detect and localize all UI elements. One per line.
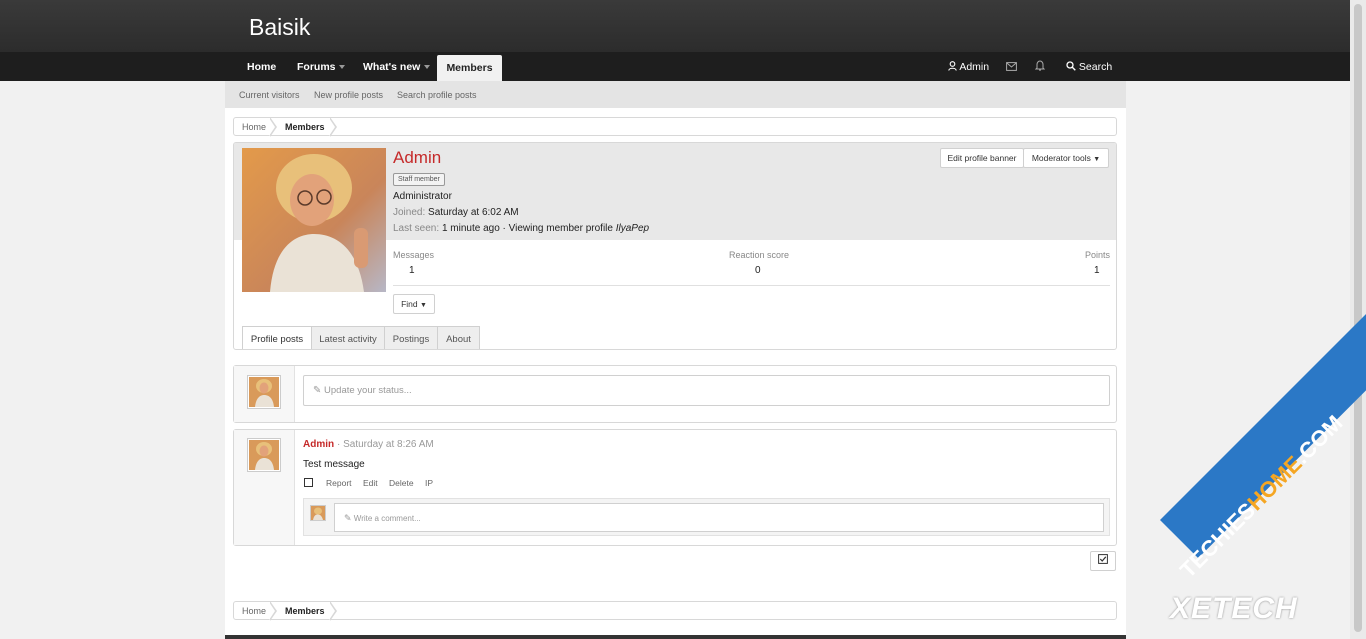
- watermark-xetech: XETECH: [1170, 592, 1298, 625]
- breadcrumb-separator: [329, 117, 337, 137]
- site-logo[interactable]: Baisik: [249, 14, 310, 41]
- tab-profile-posts[interactable]: Profile posts: [242, 326, 312, 349]
- pencil-icon: ✎: [313, 385, 322, 396]
- avatar-image: [249, 440, 279, 470]
- avatar-image: [249, 377, 279, 407]
- caret-down-icon: ▼: [1093, 156, 1101, 163]
- chevron-down-icon[interactable]: [339, 65, 345, 69]
- chevron-down-icon[interactable]: [424, 65, 430, 69]
- edit-profile-banner-button[interactable]: Edit profile banner: [940, 148, 1024, 168]
- stat-points-label: Points: [1085, 250, 1111, 260]
- subnav-search-profile-posts[interactable]: Search profile posts: [397, 90, 477, 100]
- find-label: Find: [401, 299, 418, 309]
- breadcrumb-home[interactable]: Home: [242, 606, 266, 616]
- nav-home[interactable]: Home: [247, 52, 276, 81]
- search-label: Search: [1078, 61, 1113, 73]
- avatar[interactable]: [310, 505, 326, 521]
- joined-label: Joined:: [393, 207, 426, 218]
- sub-nav: Current visitors New profile posts Searc…: [225, 81, 1126, 108]
- account-link[interactable]: Admin: [948, 52, 989, 81]
- member-header: Admin Staff member Administrator Joined:…: [233, 142, 1117, 350]
- avatar-image: [242, 148, 386, 292]
- breadcrumb: Home Members: [233, 117, 1117, 137]
- profile-username[interactable]: Admin: [393, 148, 441, 168]
- staff-badge: Staff member: [393, 173, 445, 186]
- inline-mod-button[interactable]: [1090, 551, 1116, 571]
- tab-postings[interactable]: Postings: [384, 326, 438, 349]
- status-input[interactable]: ✎ Update your status...: [303, 375, 1110, 406]
- avatar[interactable]: [247, 375, 281, 409]
- delete-link[interactable]: Delete: [389, 478, 414, 488]
- edit-link[interactable]: Edit: [363, 478, 378, 488]
- comment-area: ✎ Write a comment...: [303, 498, 1110, 536]
- last-seen-value: 1 minute ago · Viewing member profile: [441, 223, 613, 234]
- moderator-tools-button[interactable]: Moderator tools ▼: [1023, 148, 1109, 168]
- stat-messages-value[interactable]: 1: [409, 265, 415, 276]
- comment-placeholder: Write a comment...: [353, 514, 421, 523]
- nav-whats-new[interactable]: What's new: [363, 52, 420, 81]
- search-icon: [1066, 61, 1076, 71]
- account-label: Admin: [959, 61, 990, 73]
- avatar[interactable]: [247, 438, 281, 472]
- user-icon: [948, 61, 957, 71]
- subnav-new-profile-posts[interactable]: New profile posts: [314, 90, 383, 100]
- stats-divider: [393, 285, 1110, 286]
- bell-icon: [1034, 60, 1046, 71]
- stat-reaction-value: 0: [755, 265, 761, 276]
- breadcrumb-home[interactable]: Home: [242, 122, 266, 132]
- breadcrumb-separator: [269, 117, 277, 137]
- nav-forums[interactable]: Forums: [297, 52, 336, 81]
- breadcrumb-bottom: Home Members: [233, 601, 1117, 621]
- ip-link[interactable]: IP: [425, 478, 433, 488]
- post-message: Test message: [303, 459, 365, 470]
- stat-points-value[interactable]: 1: [1094, 265, 1100, 276]
- joined-info: Joined: Saturday at 6:02 AM: [393, 207, 519, 218]
- report-link[interactable]: Report: [326, 478, 352, 488]
- last-seen-info: Last seen: 1 minute ago · Viewing member…: [393, 223, 649, 234]
- select-post-checkbox[interactable]: [304, 478, 313, 487]
- breadcrumb-members[interactable]: Members: [285, 122, 325, 132]
- main-content: Current visitors New profile posts Searc…: [225, 81, 1126, 639]
- checkbox-icon: [1098, 554, 1108, 564]
- profile-post: Admin · Saturday at 8:26 AM Test message…: [233, 429, 1117, 546]
- pencil-icon: ✎: [344, 513, 352, 523]
- footer-edge: [225, 635, 1126, 639]
- comment-input[interactable]: ✎ Write a comment...: [334, 503, 1104, 532]
- last-seen-target[interactable]: IlyaPep: [616, 223, 649, 234]
- status-placeholder: Update your status...: [324, 385, 412, 396]
- avatar-image: [311, 506, 325, 520]
- post-author[interactable]: Admin: [303, 439, 334, 450]
- inbox-button[interactable]: [1006, 52, 1017, 81]
- nav-members[interactable]: Members: [437, 55, 502, 81]
- site-header: Baisik: [0, 0, 1350, 52]
- breadcrumb-separator: [269, 601, 277, 621]
- tab-latest-activity[interactable]: Latest activity: [311, 326, 385, 349]
- caret-down-icon: ▼: [419, 302, 427, 309]
- joined-value: Saturday at 6:02 AM: [428, 207, 519, 218]
- stat-reaction-label: Reaction score: [729, 250, 790, 260]
- alerts-button[interactable]: [1034, 52, 1046, 81]
- post-time[interactable]: · Saturday at 8:26 AM: [337, 439, 434, 450]
- breadcrumb-separator: [329, 601, 337, 621]
- post-avatar-column: [234, 430, 295, 545]
- main-nav: Home Forums What's new Members Admin Sea…: [0, 52, 1350, 81]
- status-update-box: ✎ Update your status...: [233, 365, 1117, 423]
- find-button[interactable]: Find ▼: [393, 294, 435, 314]
- status-avatar-column: [234, 366, 295, 422]
- breadcrumb-members[interactable]: Members: [285, 606, 325, 616]
- search-link[interactable]: Search: [1066, 52, 1112, 81]
- user-title: Administrator: [393, 191, 452, 202]
- envelope-icon: [1006, 62, 1017, 71]
- last-seen-label: Last seen:: [393, 223, 440, 234]
- moderator-tools-label: Moderator tools: [1031, 153, 1091, 163]
- stat-messages-label: Messages: [393, 250, 435, 260]
- avatar[interactable]: [242, 148, 386, 292]
- subnav-current-visitors[interactable]: Current visitors: [239, 90, 300, 100]
- tab-about[interactable]: About: [437, 326, 480, 349]
